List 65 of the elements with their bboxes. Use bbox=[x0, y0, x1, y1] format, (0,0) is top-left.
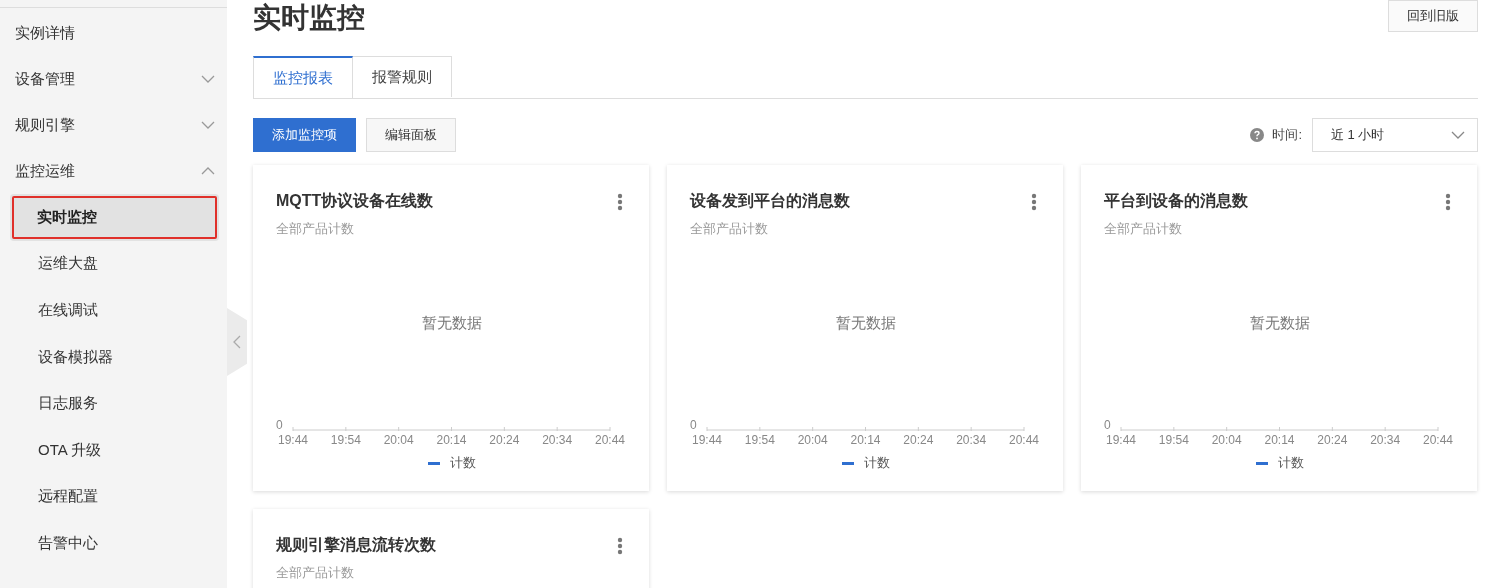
more-icon[interactable] bbox=[617, 192, 623, 211]
axis-label: 20:14 bbox=[850, 433, 881, 444]
old-version-button[interactable]: 回到旧版 bbox=[1388, 0, 1478, 32]
time-label: 时间: bbox=[1272, 126, 1302, 144]
sidebar-item[interactable]: 远程配置 bbox=[0, 473, 227, 521]
chevron-down-icon bbox=[1451, 131, 1465, 139]
time-select[interactable]: 近 1 小时 bbox=[1312, 118, 1478, 152]
axis-label: 0 bbox=[276, 418, 283, 432]
axis-label: 20:44 bbox=[1423, 433, 1453, 444]
card-subtitle: 全部产品计数 bbox=[690, 220, 769, 238]
tab[interactable]: 监控报表 bbox=[253, 56, 353, 98]
axis-label: 20:34 bbox=[1370, 433, 1401, 444]
card-subtitle: 全部产品计数 bbox=[1104, 220, 1183, 238]
chevron-left-icon bbox=[233, 335, 241, 349]
axis-label: 20:04 bbox=[383, 433, 414, 444]
sidebar-item[interactable]: 日志服务 bbox=[0, 380, 227, 427]
sidebar-item[interactable]: OTA 升级 bbox=[0, 426, 227, 474]
help-icon[interactable] bbox=[1250, 128, 1265, 142]
axis-label: 20:44 bbox=[1009, 433, 1039, 444]
empty-text: 暂无数据 bbox=[1249, 313, 1310, 333]
axis-label: 20:44 bbox=[595, 433, 625, 444]
sidebar-item[interactable]: 运维大盘 bbox=[0, 240, 227, 288]
sidebar-item[interactable]: 监控运维 bbox=[0, 148, 227, 194]
card-title: 平台到设备的消息数 bbox=[1104, 191, 1248, 211]
axis-label: 20:14 bbox=[436, 433, 467, 444]
sidebar-item[interactable]: 在线调试 bbox=[0, 287, 227, 334]
edit-button[interactable]: 编辑面板 bbox=[366, 118, 456, 152]
sidebar-item[interactable]: 设备模拟器 bbox=[0, 333, 227, 381]
sidebar-item[interactable]: 规则引擎 bbox=[0, 102, 227, 148]
more-icon[interactable] bbox=[1445, 192, 1451, 211]
card-subtitle: 全部产品计数 bbox=[276, 220, 355, 238]
axis-label: 20:04 bbox=[797, 433, 828, 444]
sidebar-item[interactable]: 告警中心 bbox=[0, 520, 227, 567]
axis-label: 19:54 bbox=[1158, 433, 1189, 444]
axis-label: 19:44 bbox=[692, 433, 722, 444]
empty-text: 暂无数据 bbox=[835, 313, 896, 333]
sidebar-item[interactable]: 实时监控 bbox=[10, 194, 219, 241]
axis-label: 20:24 bbox=[489, 433, 520, 444]
axis-label: 19:54 bbox=[330, 433, 361, 444]
axis-label: 0 bbox=[1104, 418, 1111, 432]
axis-label: 20:34 bbox=[956, 433, 987, 444]
add-button[interactable]: 添加监控项 bbox=[253, 118, 356, 152]
axis-label: 20:04 bbox=[1211, 433, 1242, 444]
sidebar-item[interactable]: 实例详情 bbox=[0, 10, 227, 56]
axis-label: 20:34 bbox=[542, 433, 573, 444]
card-title: 设备发到平台的消息数 bbox=[690, 191, 850, 211]
axis-label: 19:44 bbox=[278, 433, 308, 444]
page-title: 实时监控 bbox=[253, 1, 365, 35]
legend-label[interactable]: 计数 bbox=[449, 454, 476, 472]
sidebar-item[interactable]: 设备管理 bbox=[0, 56, 227, 102]
tab[interactable]: 报警规则 bbox=[353, 56, 452, 97]
legend-label[interactable]: 计数 bbox=[1277, 454, 1304, 472]
axis-label: 19:54 bbox=[744, 433, 775, 444]
axis-label: 20:24 bbox=[903, 433, 934, 444]
empty-text: 暂无数据 bbox=[421, 313, 482, 333]
legend-label[interactable]: 计数 bbox=[863, 454, 890, 472]
axis-label: 20:24 bbox=[1317, 433, 1348, 444]
more-icon[interactable] bbox=[1031, 192, 1037, 211]
card-title: 规则引擎消息流转次数 bbox=[276, 535, 436, 555]
more-icon[interactable] bbox=[617, 536, 623, 555]
card-title: MQTT协议设备在线数 bbox=[276, 191, 434, 211]
axis-label: 20:14 bbox=[1264, 433, 1295, 444]
axis-label: 0 bbox=[690, 418, 697, 432]
axis-label: 19:44 bbox=[1106, 433, 1136, 444]
card-subtitle: 全部产品计数 bbox=[276, 564, 355, 582]
